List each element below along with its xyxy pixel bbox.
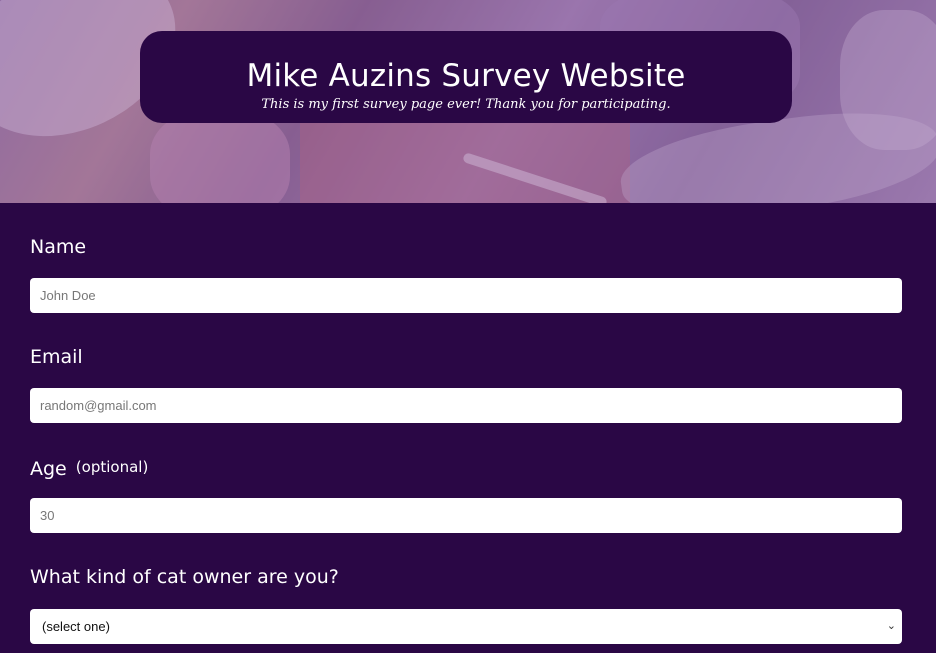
title-card: Mike Auzins Survey Website This is my fi… bbox=[140, 31, 792, 123]
cat-owner-dropdown[interactable]: (select one) ⌄ bbox=[30, 609, 902, 644]
age-label: Age (optional) bbox=[30, 455, 148, 481]
dropdown-selected-value: (select one) bbox=[42, 619, 110, 634]
chevron-down-icon: ⌄ bbox=[886, 620, 896, 632]
cat-owner-label: What kind of cat owner are you? bbox=[30, 566, 339, 588]
age-input[interactable] bbox=[30, 498, 902, 533]
age-label-text: Age bbox=[30, 458, 67, 480]
optional-note: (optional) bbox=[75, 458, 149, 476]
page-title: Mike Auzins Survey Website bbox=[246, 58, 686, 94]
page-description: This is my first survey page ever! Thank… bbox=[261, 97, 671, 112]
email-input[interactable] bbox=[30, 388, 902, 423]
email-label: Email bbox=[30, 346, 83, 368]
name-input[interactable] bbox=[30, 278, 902, 313]
survey-form: Name Email Age (optional) What kind of c… bbox=[0, 203, 936, 653]
name-label: Name bbox=[30, 236, 87, 258]
